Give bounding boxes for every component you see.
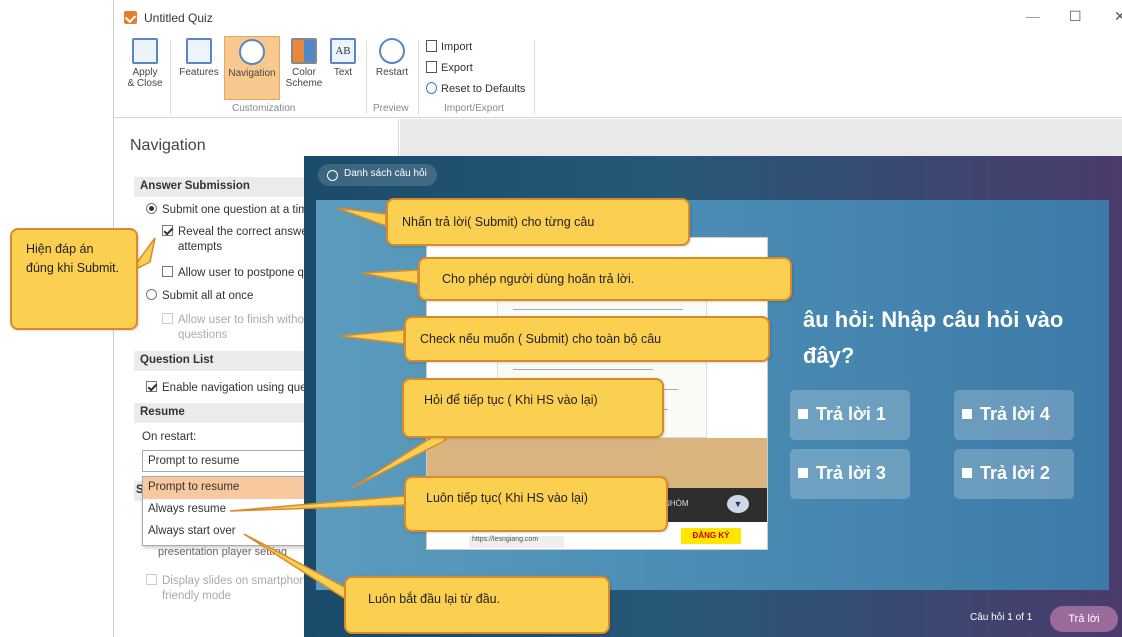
callout-prompt-resume: Hỏi để tiếp tục ( Khi HS vào lại) xyxy=(402,378,664,438)
callout-reveal-answer: Hiện đáp án đúng khi Submit. xyxy=(10,228,138,330)
callout-postpone: Cho phép người dùng hoãn trả lời. xyxy=(418,257,792,301)
callout-start-over: Luôn bắt đầu lại từ đầu. xyxy=(344,576,610,634)
callout-submit-all: Check nếu muốn ( Submit) cho toàn bộ câu xyxy=(404,316,770,362)
callout-submit-each: Nhấn trả lời( Submit) cho từng câu xyxy=(386,198,690,246)
callout-always-resume: Luôn tiếp tục( Khi HS vào lại) xyxy=(404,476,668,532)
